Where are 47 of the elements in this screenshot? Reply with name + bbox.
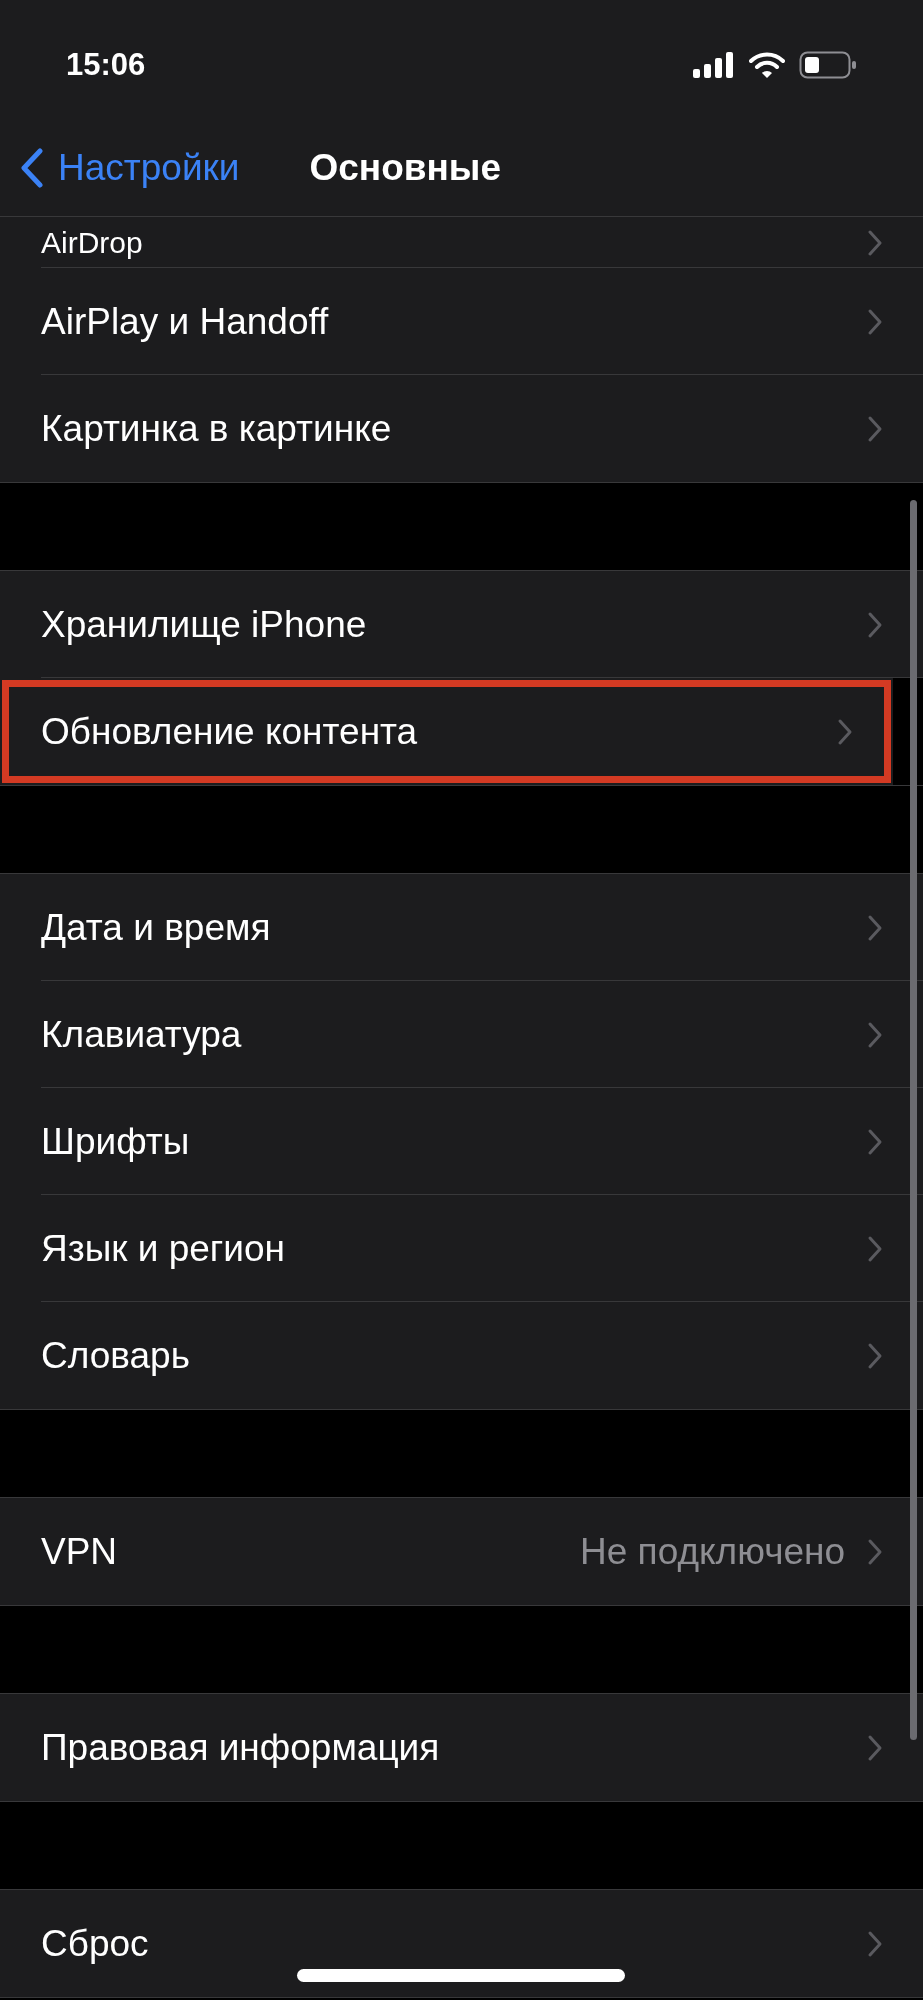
chevron-icon <box>867 307 883 336</box>
chevron-icon <box>867 610 883 639</box>
chevron-icon <box>867 1020 883 1049</box>
settings-row[interactable]: Правовая информация <box>0 1694 923 1801</box>
row-label: Сброс <box>41 1921 150 1966</box>
row-label: Картинка в картинке <box>41 406 393 451</box>
chevron-icon <box>837 717 853 746</box>
row-label: VPN <box>41 1529 119 1574</box>
row-value: Не подключено <box>580 1529 845 1574</box>
row-label: Правовая информация <box>41 1725 441 1770</box>
chevron-icon <box>867 1127 883 1156</box>
nav-title: Основные <box>309 146 501 191</box>
chevron-icon <box>867 1733 883 1762</box>
battery-icon <box>799 51 857 79</box>
chevron-icon <box>867 228 883 257</box>
status-time: 15:06 <box>66 45 146 84</box>
wifi-icon <box>749 51 785 79</box>
chevron-icon <box>867 414 883 443</box>
row-label: Хранилище iPhone <box>41 602 368 647</box>
settings-row[interactable]: Шрифты <box>0 1088 923 1195</box>
row-label: Язык и регион <box>41 1226 287 1271</box>
chevron-icon <box>867 913 883 942</box>
settings-row[interactable]: Хранилище iPhone <box>0 571 923 678</box>
settings-row[interactable]: AirDrop <box>0 217 923 268</box>
row-label: Дата и время <box>41 905 272 950</box>
back-chevron-icon <box>20 148 44 188</box>
row-label: Обновление контента <box>41 709 419 754</box>
signal-icon <box>693 52 735 78</box>
settings-row[interactable]: Дата и время <box>0 874 923 981</box>
settings-row[interactable]: AirPlay и Handoff <box>0 268 923 375</box>
row-label: AirPlay и Handoff <box>41 299 330 344</box>
settings-row[interactable]: Язык и регион <box>0 1195 923 1302</box>
back-button[interactable]: Настройки <box>20 140 240 196</box>
settings-row[interactable]: Словарь <box>0 1302 923 1409</box>
settings-row[interactable]: Обновление контента <box>0 678 893 785</box>
chevron-icon <box>867 1929 883 1958</box>
row-label: Словарь <box>41 1333 191 1378</box>
row-label: Шрифты <box>41 1119 191 1164</box>
settings-row[interactable]: Клавиатура <box>0 981 923 1088</box>
settings-row[interactable]: VPN Не подключено <box>0 1498 923 1605</box>
row-label: Клавиатура <box>41 1012 243 1057</box>
settings-row[interactable]: Картинка в картинке <box>0 375 923 482</box>
row-label: AirDrop <box>41 225 144 260</box>
chevron-icon <box>867 1537 883 1566</box>
chevron-icon <box>867 1341 883 1370</box>
settings-row[interactable]: Сброс <box>0 1890 923 1997</box>
chevron-icon <box>867 1234 883 1263</box>
